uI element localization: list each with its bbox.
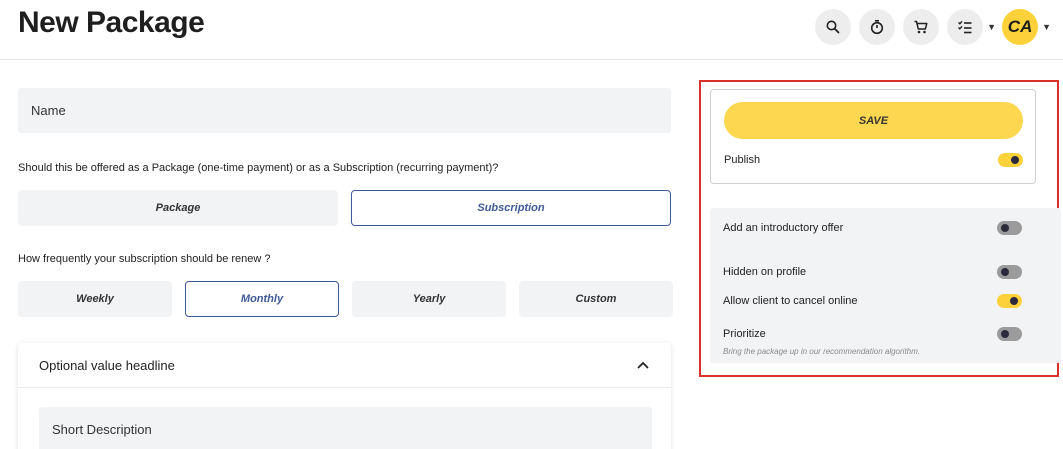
save-button[interactable]: SAVE <box>724 102 1023 139</box>
prioritize-toggle[interactable] <box>997 327 1022 341</box>
publish-toggle[interactable] <box>998 153 1023 167</box>
avatar[interactable]: CA <box>1002 9 1039 45</box>
introductory-offer-label: Add an introductory offer <box>723 222 844 234</box>
package-settings: Add an introductory offer Hidden on prof… <box>710 208 1061 363</box>
setting-row-introductory-offer: Add an introductory offer <box>723 221 1022 235</box>
toggle-knob <box>1011 156 1019 164</box>
yearly-option-button[interactable]: Yearly <box>352 281 506 317</box>
checklist-button[interactable] <box>947 9 984 45</box>
top-actions: ▼ CA ▼ <box>807 9 1051 45</box>
toggle-knob <box>1001 224 1009 232</box>
frequency-options: Weekly Monthly Yearly Custom <box>18 281 686 317</box>
top-bar: New Package ▼ CA ▼ <box>0 0 1063 60</box>
prioritize-label: Prioritize <box>723 328 766 340</box>
cart-icon <box>914 20 928 34</box>
page-title: New Package <box>18 6 205 39</box>
custom-option-button[interactable]: Custom <box>519 281 673 317</box>
setting-row-prioritize: Prioritize <box>723 327 1022 341</box>
toggle-knob <box>1010 297 1018 305</box>
subscription-option-button[interactable]: Subscription <box>351 190 671 226</box>
introductory-offer-toggle[interactable] <box>997 221 1022 235</box>
setting-row-hidden-on-profile: Hidden on profile <box>723 265 1022 279</box>
chevron-up-icon[interactable] <box>636 358 650 372</box>
allow-cancel-toggle[interactable] <box>997 294 1022 308</box>
hidden-on-profile-toggle[interactable] <box>997 265 1022 279</box>
package-form: Should this be offered as a Package (one… <box>18 88 673 449</box>
name-input[interactable] <box>18 88 671 133</box>
cart-button[interactable] <box>903 9 940 45</box>
publish-row: Publish <box>724 152 1023 168</box>
timer-icon <box>871 19 884 35</box>
publish-settings-panel: SAVE Publish Add an introductory offer H… <box>699 80 1061 377</box>
prioritize-hint: Bring the package up in our recommendati… <box>723 347 920 356</box>
setting-row-allow-cancel: Allow client to cancel online <box>723 294 1022 308</box>
allow-cancel-label: Allow client to cancel online <box>723 295 858 307</box>
optional-value-card: Optional value headline <box>18 343 671 449</box>
search-button[interactable] <box>815 9 852 45</box>
checklist-icon <box>958 20 972 34</box>
optional-value-header[interactable]: Optional value headline <box>18 343 671 388</box>
toggle-knob <box>1001 330 1009 338</box>
publish-label: Publish <box>724 154 761 166</box>
short-description-input[interactable] <box>39 407 652 449</box>
weekly-option-button[interactable]: Weekly <box>18 281 172 317</box>
package-option-button[interactable]: Package <box>18 190 338 226</box>
hidden-on-profile-label: Hidden on profile <box>723 266 807 278</box>
optional-value-title: Optional value headline <box>39 357 175 373</box>
payment-type-question: Should this be offered as a Package (one… <box>18 162 499 174</box>
monthly-option-button[interactable]: Monthly <box>185 281 339 317</box>
payment-type-options: Package Subscription <box>18 190 684 226</box>
save-box: SAVE Publish <box>710 89 1036 184</box>
checklist-dropdown-caret-icon[interactable]: ▼ <box>987 22 996 32</box>
search-icon <box>826 20 840 34</box>
frequency-question: How frequently your subscription should … <box>18 253 271 265</box>
timer-button[interactable] <box>859 9 896 45</box>
avatar-dropdown-caret-icon[interactable]: ▼ <box>1042 22 1051 32</box>
toggle-knob <box>1001 268 1009 276</box>
